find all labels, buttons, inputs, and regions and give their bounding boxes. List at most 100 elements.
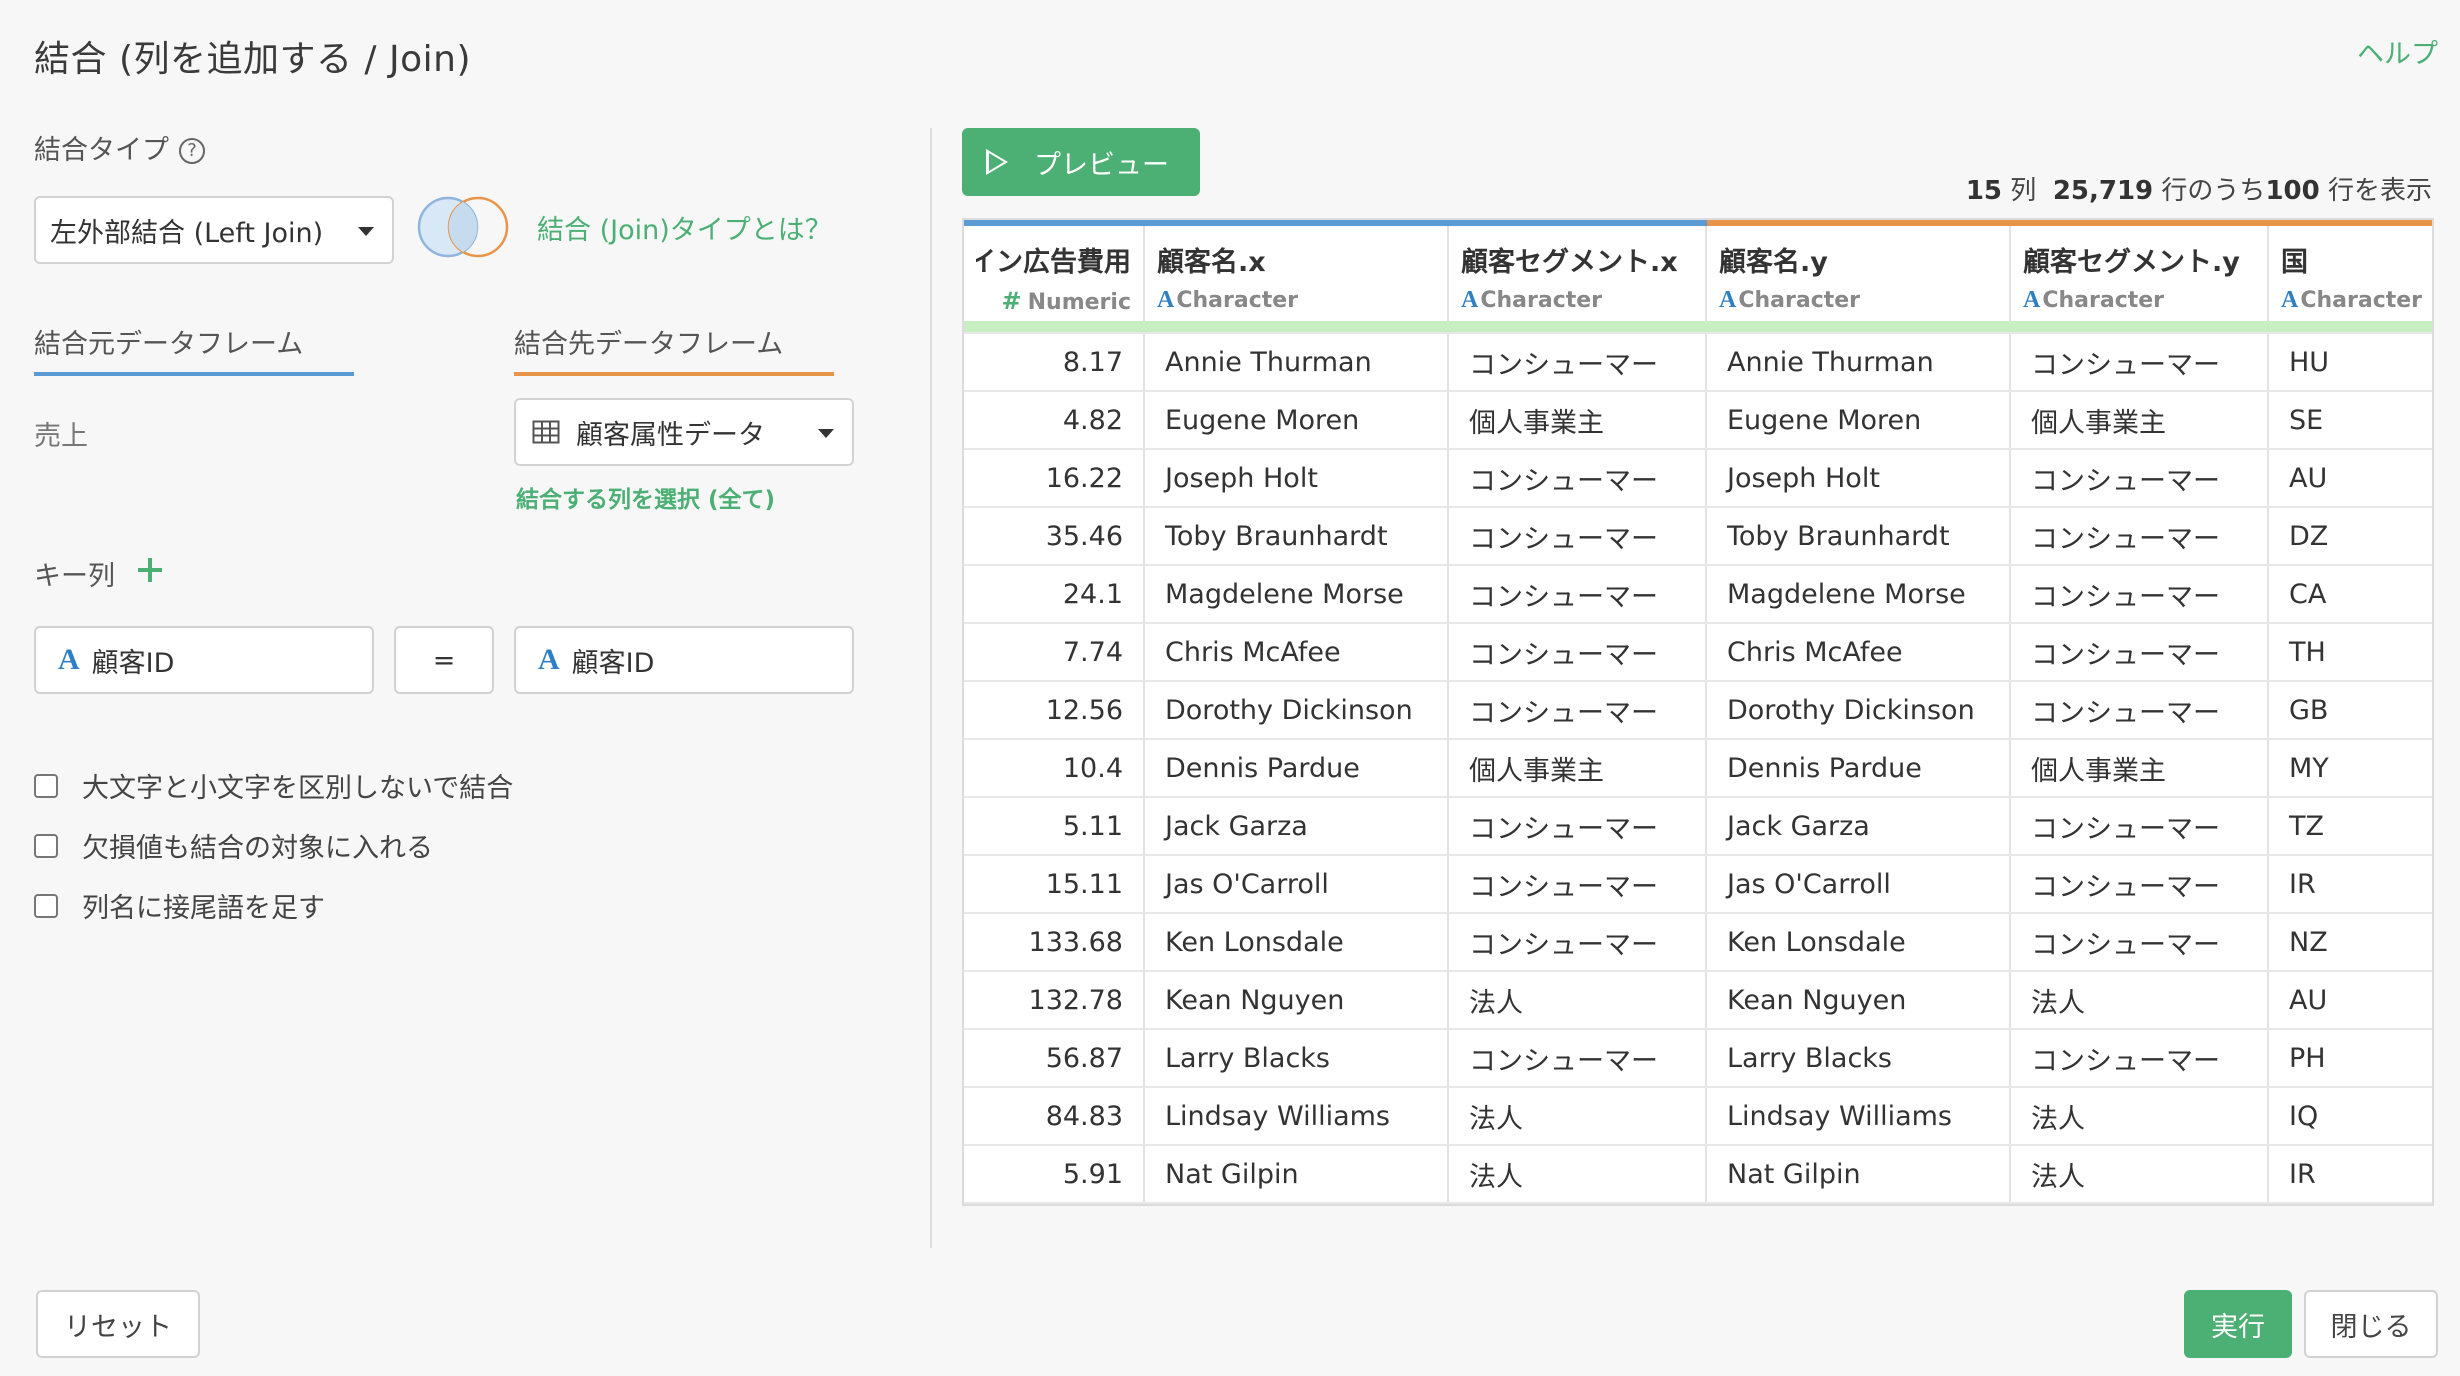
table-cell [1448, 1203, 1707, 1204]
character-type-icon: A [2023, 287, 2041, 313]
table-cell: Larry Blacks [1706, 1029, 2011, 1088]
table-cell: NZ [2268, 913, 2432, 972]
table-cell: Ken Lonsdale [1144, 913, 1449, 972]
key-operator-label: = [432, 644, 456, 676]
table-cell: GB [2268, 681, 2432, 740]
column-header[interactable]: 顧客セグメント.x ACharacter [1448, 220, 1707, 321]
table-cell: コンシューマー [2010, 797, 2269, 856]
stats-rows-unit: 行のうち [2161, 176, 2266, 206]
column-name: イン広告費用 [976, 247, 1131, 278]
checkbox[interactable] [34, 893, 58, 918]
table-cell: Nat Gilpin [1706, 1145, 2011, 1204]
column-header[interactable]: 顧客名.y ACharacter [1706, 220, 2011, 321]
table-cell [964, 1203, 1145, 1204]
character-type-icon: A [2281, 287, 2299, 313]
join-type-select[interactable]: 左外部結合 (Left Join) [34, 196, 394, 264]
option-add-suffix[interactable]: 列名に接尾語を足す [34, 886, 325, 925]
table-cell [2268, 1203, 2432, 1204]
quality-bar-cell [1706, 321, 2010, 334]
column-name: 顧客名.y [1719, 247, 1828, 278]
column-header[interactable]: 国 ACharacter [2268, 220, 2432, 321]
table-cell: 16.22 [964, 449, 1145, 508]
key-columns-label: キー列 [34, 561, 115, 592]
chevron-down-icon [358, 227, 374, 236]
preview-table[interactable]: イン広告費用 # Numeric 顧客名.x A Character 顧客セグメント.x AC… [962, 218, 2434, 1206]
table-cell: SE [2268, 391, 2432, 450]
table-cell: 法人 [2010, 971, 2269, 1030]
table-cell: Joseph Holt [1144, 449, 1449, 508]
stats-shown-unit: 行を表示 [2327, 176, 2432, 206]
left-key-column-select[interactable]: A 顧客ID [34, 626, 374, 694]
target-dataframe-select[interactable]: 顧客属性データ [514, 398, 854, 466]
column-header[interactable]: 顧客セグメント.y ACharacter [2010, 220, 2269, 321]
column-header[interactable]: イン広告費用 # Numeric [964, 220, 1145, 321]
table-cell: Chris McAfee [1144, 623, 1449, 682]
table-cell: Magdelene Morse [1144, 565, 1449, 624]
reset-button[interactable]: リセット [36, 1290, 200, 1358]
table-cell: Lindsay Williams [1706, 1087, 2011, 1146]
checkbox[interactable] [34, 833, 58, 858]
table-row: 16.22 Joseph Holt コンシューマー Joseph Holt コンシューマ… [964, 449, 2432, 508]
table-cell: 個人事業主 [2010, 739, 2269, 798]
table-cell [2010, 1203, 2269, 1204]
join-type-selected: 左外部結合 (Left Join) [50, 217, 324, 249]
table-row [964, 1203, 2432, 1204]
select-columns-link[interactable]: 結合する列を選択 (全て) [516, 480, 775, 514]
table-row: 5.91 Nat Gilpin 法人 Nat Gilpin 法人 IR [964, 1145, 2432, 1204]
table-cell: Toby Braunhardt [1706, 507, 2011, 566]
table-cell: Kean Nguyen [1706, 971, 2011, 1030]
table-cell: TZ [2268, 797, 2432, 856]
table-cell: Lindsay Williams [1144, 1087, 1449, 1146]
run-button[interactable]: 実行 [2184, 1290, 2292, 1358]
column-name: 顧客名.x [1157, 247, 1266, 278]
option-label: 欠損値も結合の対象に入れる [82, 833, 433, 864]
table-row: 10.4 Dennis Pardue 個人事業主 Dennis Pardue 個人事業主… [964, 739, 2432, 798]
quality-bar-cell [1448, 321, 1706, 334]
column-header[interactable]: 顧客名.x ACharacter [1144, 220, 1449, 321]
table-cell: Toby Braunhardt [1144, 507, 1449, 566]
join-type-label: 結合タイプ [34, 135, 169, 166]
table-cell: コンシューマー [2010, 855, 2269, 914]
option-case-insensitive[interactable]: 大文字と小文字を区別しないで結合 [34, 766, 513, 805]
table-cell: 12.56 [964, 681, 1145, 740]
column-name: 顧客セグメント.y [2023, 247, 2240, 278]
stats-cols-num: 15 [1965, 176, 2002, 206]
table-cell: Chris McAfee [1706, 623, 2011, 682]
join-type-info-link[interactable]: 結合 (Join)タイプとは？ [537, 208, 832, 247]
plus-icon[interactable] [136, 556, 164, 584]
table-cell: コンシューマー [1448, 797, 1707, 856]
table-cell: 法人 [1448, 971, 1707, 1030]
question-circle-icon[interactable]: ? [179, 138, 205, 164]
option-label: 列名に接尾語を足す [82, 893, 325, 924]
dialog-title: 結合 (列を追加する / Join) [34, 39, 472, 80]
source-dataframe-tab: 結合元データフレーム [34, 329, 304, 360]
stats-rows-num: 25,719 [2052, 176, 2154, 206]
key-operator[interactable]: = [394, 626, 494, 694]
table-row: 133.68 Ken Lonsdale コンシューマー Ken Lonsdale コンシ… [964, 913, 2432, 972]
table-row: 35.46 Toby Braunhardt コンシューマー Toby Braunhar… [964, 507, 2432, 566]
table-cell: IQ [2268, 1087, 2432, 1146]
column-type-label: Character [1738, 288, 1861, 313]
preview-button-label: プレビュー [1034, 149, 1169, 181]
right-key-column-select[interactable]: A 顧客ID [514, 626, 854, 694]
table-cell: コンシューマー [1448, 333, 1707, 392]
right-key-column: 顧客ID [571, 647, 655, 679]
preview-button[interactable]: プレビュー [962, 128, 1200, 196]
close-button[interactable]: 閉じる [2304, 1290, 2438, 1358]
play-icon [986, 149, 1008, 175]
table-cell: コンシューマー [1448, 913, 1707, 972]
table-cell: 法人 [1448, 1087, 1707, 1146]
checkbox[interactable] [34, 773, 58, 798]
column-quality-bar [964, 321, 2432, 334]
table-row: 4.82 Eugene Moren 個人事業主 Eugene Moren 個人事業主 SE [964, 391, 2432, 450]
table-cell: Dorothy Dickinson [1706, 681, 2011, 740]
character-type-icon: A [1157, 287, 1175, 313]
table-cell: 24.1 [964, 565, 1145, 624]
table-cell: 7.74 [964, 623, 1145, 682]
help-link[interactable]: ヘルプ [2357, 32, 2438, 71]
option-include-na[interactable]: 欠損値も結合の対象に入れる [34, 826, 433, 865]
table-cell: AU [2268, 449, 2432, 508]
table-cell: 15.11 [964, 855, 1145, 914]
table-cell: Annie Thurman [1706, 333, 2011, 392]
table-cell: Ken Lonsdale [1706, 913, 2011, 972]
